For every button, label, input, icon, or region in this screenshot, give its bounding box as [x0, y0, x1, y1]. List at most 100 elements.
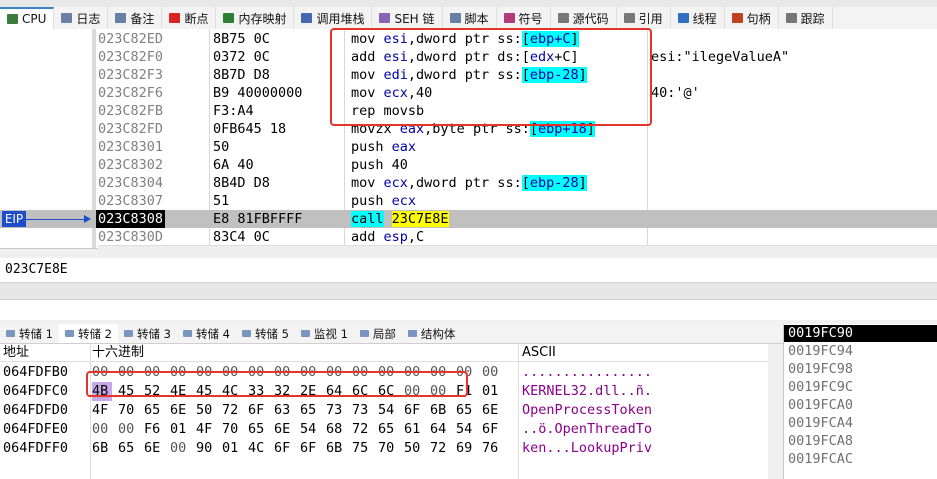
instruction-address: 023C82FB: [98, 103, 164, 119]
instruction-token: push: [351, 139, 392, 155]
dump-tab-label: 转储 5: [254, 326, 289, 341]
dump-byte: F6: [144, 421, 161, 437]
tab-seh-chain[interactable]: SEH 链: [372, 7, 443, 29]
instruction-token: add: [351, 229, 384, 245]
dump-tab-icon: [241, 330, 251, 337]
instruction-address: 023C8304: [98, 175, 164, 191]
tab-call-stack[interactable]: 调用堆栈: [294, 7, 373, 29]
instruction-text: call 23C7E8E: [351, 210, 449, 228]
stack-row[interactable]: 0019FCAC: [788, 451, 853, 468]
stack-row[interactable]: 0019FC98: [788, 361, 853, 378]
dump-ascii: KERNEL32.dll..ñ.: [522, 383, 653, 399]
dump-tab-label: 转储 3: [136, 326, 171, 341]
tab-symbols[interactable]: 符号: [497, 7, 551, 29]
dump-byte: 4F: [92, 402, 109, 418]
tab-label: 符号: [518, 11, 543, 26]
instruction-bytes: 50: [213, 139, 230, 155]
instruction-token: ,dword ptr ss:: [407, 175, 522, 191]
tab-label: SEH 链: [394, 11, 435, 26]
dump-byte: 73: [326, 402, 343, 418]
tab-references[interactable]: 引用: [617, 7, 671, 29]
handles-icon: [731, 13, 743, 23]
tab-breakpoint[interactable]: 断点: [162, 7, 217, 29]
dump-tab-icon: [407, 330, 417, 337]
hex-dump-view[interactable]: 地址 十六进制 ASCII 064FDFB0 00 00 00 00 00 00 00 00 00…: [0, 344, 783, 479]
dump-address: 064FDFD0: [3, 402, 69, 418]
dump-row[interactable]: 064FDFF0 6B 65 6E 00 90 01 4C 6F 6F 6B 75 70 50 72 69 76…: [0, 439, 783, 458]
tab-script[interactable]: 脚本: [443, 7, 497, 29]
stack-row[interactable]: 0019FC90: [784, 325, 937, 342]
disasm-row[interactable]: 023C8304 8B4D D8 mov ecx,dword ptr ss:[ebp…: [0, 174, 937, 192]
dump-tab[interactable]: 转储 3: [118, 324, 177, 343]
instruction-token: [384, 211, 392, 227]
dump-byte: 6B: [326, 440, 343, 456]
dump-byte: 69: [456, 440, 473, 456]
dump-byte: 65: [456, 402, 473, 418]
instruction-address: 023C830D: [98, 229, 164, 245]
tab-threads[interactable]: 线程: [671, 7, 725, 29]
disasm-row[interactable]: 023C8307 51 push ecx: [0, 192, 937, 210]
stack-row[interactable]: 0019FCA0: [788, 397, 853, 414]
dump-address: 064FDFC0: [3, 383, 69, 399]
dump-byte: 6F: [404, 402, 421, 418]
tab-notes[interactable]: 备注: [108, 7, 163, 29]
dump-byte: 6E: [274, 421, 291, 437]
tab-log[interactable]: 日志: [54, 7, 109, 29]
disasm-horizontal-scrollbar[interactable]: [98, 245, 937, 258]
instruction-address: 023C8307: [98, 193, 164, 209]
dump-byte: 75: [352, 440, 369, 456]
dump-tab[interactable]: 结构体: [402, 324, 462, 343]
dump-tab[interactable]: 监视 1: [295, 324, 354, 343]
info-divider[interactable]: [0, 282, 937, 300]
dump-tab[interactable]: 转储 4: [177, 324, 236, 343]
dump-byte: 4C: [248, 440, 265, 456]
instruction-text: push ecx: [351, 192, 416, 210]
dump-tab-label: 结构体: [420, 326, 456, 341]
tab-label: 备注: [130, 11, 155, 26]
dump-byte: 6F: [300, 440, 317, 456]
cpu-icon: [7, 14, 18, 24]
disasm-row[interactable]: 023C8308 E8 81FBFFFF call 23C7E8E: [0, 210, 937, 228]
stack-row[interactable]: 0019FCA4: [788, 415, 853, 432]
dump-byte: 01: [222, 440, 239, 456]
instruction-bytes: 6A 40: [213, 157, 254, 173]
disasm-row[interactable]: 023C8302 6A 40 push 40: [0, 156, 937, 174]
instruction-address: 023C8302: [98, 157, 164, 173]
tab-source[interactable]: 源代码: [551, 7, 617, 29]
disasm-row[interactable]: 023C8301 50 push eax: [0, 138, 937, 156]
instruction-text: add esp,C: [351, 228, 424, 246]
instruction-text: mov ecx,dword ptr ss:[ebp-28]: [351, 174, 587, 192]
stack-view[interactable]: 0019FC90 0019FC94 0019FC98 0019FC9C 0019FCA0…: [783, 324, 937, 479]
stack-row[interactable]: 0019FC94: [788, 343, 853, 360]
tab-cpu[interactable]: CPU: [0, 7, 55, 29]
dump-row[interactable]: 064FDFD0 4F 70 65 6E 50 72 6F 63 65 73 73 54 6F 6B 65 6E…: [0, 401, 783, 420]
instruction-bytes: 0372 0C: [213, 49, 270, 65]
dump-tab[interactable]: 转储 5: [236, 324, 295, 343]
dump-tab[interactable]: 转储 2: [58, 324, 118, 343]
stack-row[interactable]: 0019FCA8: [788, 433, 853, 450]
dump-address: 064FDFE0: [3, 421, 69, 437]
dump-byte: 63: [274, 402, 291, 418]
instruction-token: eax: [391, 139, 417, 155]
tab-label: CPU: [22, 12, 47, 26]
instruction-token: ]: [578, 175, 587, 191]
disassembly-view[interactable]: 023C82ED 8B75 0C mov esi,dword ptr ss:[ebp…: [0, 28, 937, 258]
tab-handles[interactable]: 句柄: [725, 7, 779, 29]
dump-tab[interactable]: 局部: [354, 324, 402, 343]
tab-memory-map[interactable]: 内存映射: [216, 7, 295, 29]
dump-ascii: ken...LookupPriv: [522, 440, 653, 456]
disasm-row[interactable]: 023C830D 83C4 0C add esp,C: [0, 228, 937, 246]
dump-byte: 54: [456, 421, 473, 437]
dump-byte: 70: [222, 421, 239, 437]
dump-row[interactable]: 064FDFE0 00 00 F6 01 4F 70 65 6E 54 68 72 65 61 64 54 6F…: [0, 420, 783, 439]
dump-byte: 6B: [430, 402, 447, 418]
tab-trace[interactable]: 跟踪: [779, 7, 833, 29]
instruction-bytes: E8 81FBFFFF: [213, 211, 303, 227]
dump-tab[interactable]: 转储 1: [0, 324, 59, 343]
tab-label: 跟踪: [800, 11, 825, 26]
dump-byte: 65: [378, 421, 395, 437]
stack-row[interactable]: 0019FC9C: [788, 379, 853, 396]
dump-vertical-scrollbar[interactable]: [768, 344, 783, 479]
instruction-token: mov: [351, 175, 384, 191]
dump-ascii: ................: [522, 364, 653, 380]
